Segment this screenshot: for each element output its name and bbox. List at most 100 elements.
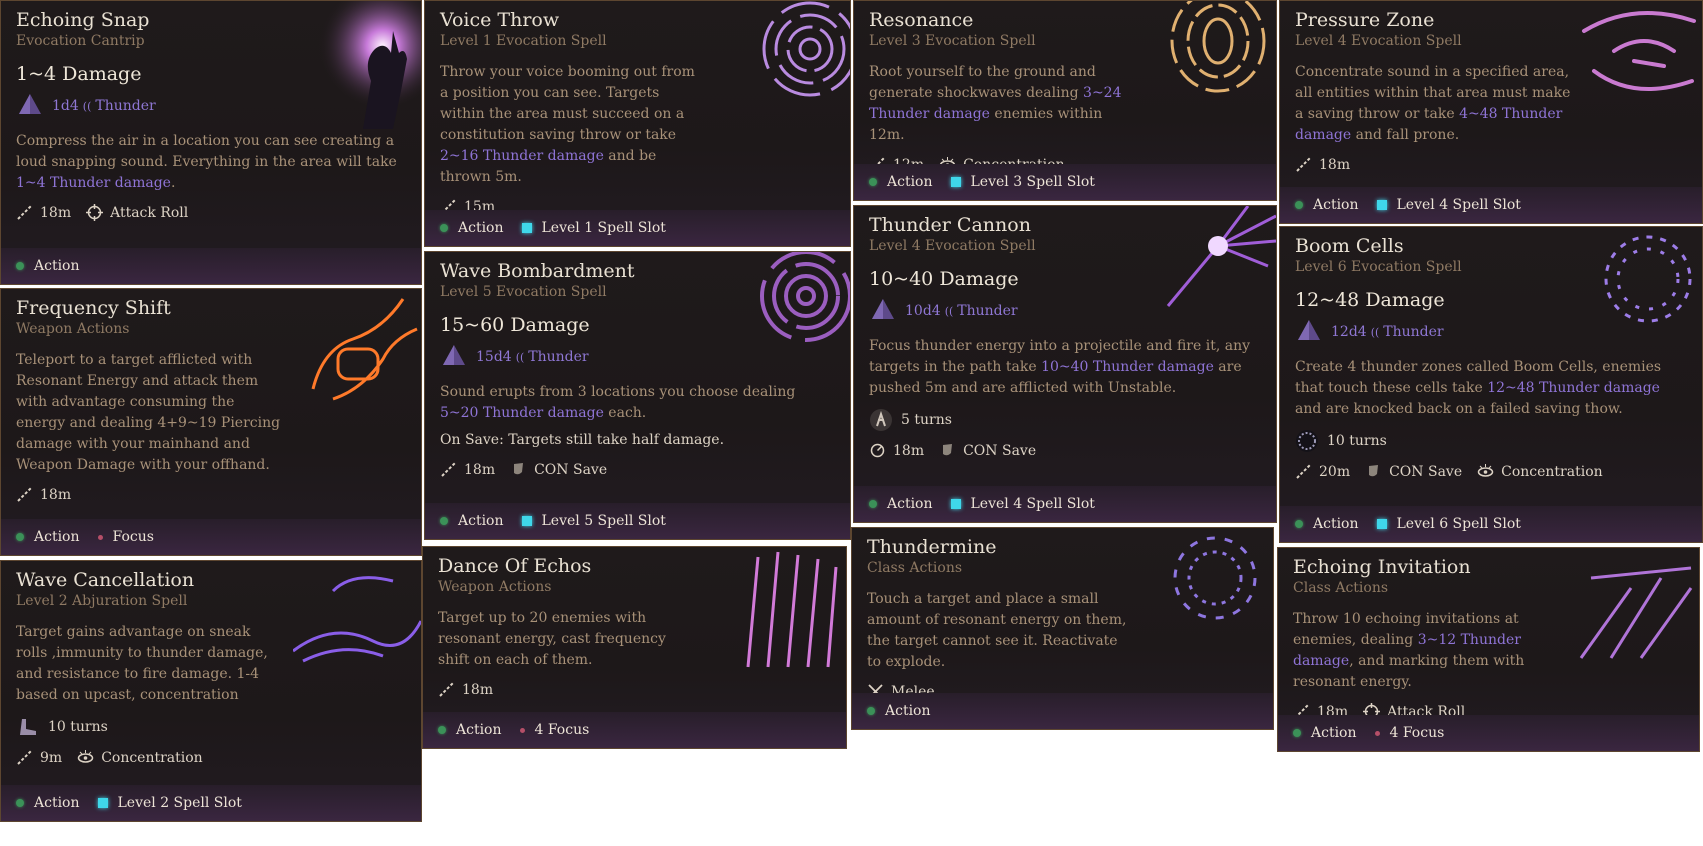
range-value: 18m [462, 681, 494, 698]
spell-title: Boom Cells [1295, 235, 1404, 257]
spell-card-wave-bombardment[interactable]: Wave Bombardment Level 5 Evocation Spell… [424, 251, 851, 540]
spell-title: Pressure Zone [1295, 9, 1435, 31]
action-dot-icon [869, 500, 877, 508]
save-type: CON Save [1389, 463, 1463, 480]
boom-cell-status-icon [1296, 430, 1318, 452]
spell-card-thunder-cannon[interactable]: Thunder Cannon Level 4 Evocation Spell 1… [853, 205, 1277, 523]
spell-description: Throw 10 echoing invitations at enemies,… [1293, 611, 1525, 690]
spell-subtitle: Weapon Actions [16, 321, 130, 337]
cost-focus: Focus [112, 529, 154, 545]
spell-card-voice-throw[interactable]: Voice Throw Level 1 Evocation Spell Thro… [424, 0, 851, 247]
damage-range: 1~4 Damage [16, 63, 142, 85]
cost-action: Action [885, 703, 931, 719]
spell-card-echoing-invitation[interactable]: Echoing Invitation Class Actions Throw 1… [1277, 547, 1700, 752]
cost-action: Action [456, 722, 502, 738]
spell-subtitle: Level 4 Evocation Spell [1295, 33, 1462, 49]
spell-card-frequency-shift[interactable]: Frequency Shift Weapon Actions Teleport … [0, 288, 422, 556]
cost-spell-slot: Level 3 Spell Slot [970, 174, 1095, 190]
spell-description: Compress the air in a location you can s… [16, 133, 397, 191]
damage-range: 10~40 Damage [869, 268, 1019, 290]
spell-title: Thunder Cannon [869, 214, 1031, 236]
spell-card-boom-cells[interactable]: Boom Cells Level 6 Evocation Spell 12~48… [1279, 226, 1703, 543]
spell-description: Root yourself to the ground and generate… [869, 64, 1122, 143]
spell-description: Sound erupts from 3 locations you choose… [440, 384, 796, 421]
spell-subtitle: Class Actions [867, 560, 963, 576]
spell-card-pressure-zone[interactable]: Pressure Zone Level 4 Evocation Spell Co… [1279, 0, 1703, 224]
spell-description: Target gains advantage on sneak rolls ,i… [16, 624, 268, 703]
spell-description: Concentrate sound in a specified area, a… [1295, 64, 1571, 143]
cost-action: Action [458, 220, 504, 236]
thunder-wave-icon: (( [515, 350, 525, 364]
spell-title: Voice Throw [440, 9, 560, 31]
range-value: 9m [40, 749, 63, 766]
focus-dot-icon [519, 727, 525, 733]
spell-subtitle: Level 5 Evocation Spell [440, 284, 607, 300]
spell-slot-icon [950, 499, 961, 509]
cost-action: Action [1313, 197, 1359, 213]
range-value: 18m [893, 442, 925, 459]
cost-spell-slot: Level 4 Spell Slot [970, 496, 1095, 512]
cost-spell-slot: Level 4 Spell Slot [1396, 197, 1521, 213]
spell-title: Dance Of Echos [438, 555, 592, 577]
turns-duration: 10 turns [48, 719, 108, 735]
damage-type: Thunder [957, 303, 1018, 319]
spell-subtitle: Class Actions [1293, 580, 1389, 596]
focus-dot-icon [97, 534, 103, 540]
damage-dice: 12d4 [1331, 324, 1367, 340]
spell-description: Teleport to a target afflicted with Reso… [16, 352, 281, 473]
spell-subtitle: Weapon Actions [438, 579, 552, 595]
turns-duration: 5 turns [901, 412, 952, 428]
damage-type: Thunder [528, 349, 589, 365]
concentration-icon [1477, 464, 1494, 477]
range-icon [17, 487, 32, 502]
damage-type: Thunder [1383, 324, 1444, 340]
action-dot-icon [1295, 201, 1303, 209]
spell-slot-icon [950, 177, 961, 187]
action-dot-icon [16, 799, 24, 807]
damage-range: 12~48 Damage [1295, 289, 1445, 311]
spell-subtitle: Level 6 Evocation Spell [1295, 259, 1462, 275]
range-icon [17, 750, 32, 765]
spell-title: Echoing Invitation [1293, 556, 1471, 578]
cost-spell-slot: Level 6 Spell Slot [1396, 516, 1521, 532]
shield-icon [943, 444, 953, 456]
damage-type: Thunder [95, 98, 156, 114]
cost-action: Action [34, 258, 80, 274]
shield-icon [1369, 465, 1379, 477]
spell-subtitle: Level 3 Evocation Spell [869, 33, 1036, 49]
save-type: CON Save [534, 461, 608, 478]
spell-description: Target up to 20 enemies with resonant en… [438, 610, 666, 668]
spell-card-thundermine[interactable]: Thundermine Class Actions Touch a target… [851, 527, 1274, 730]
cost-focus: 4 Focus [534, 722, 590, 738]
spell-subtitle: Level 1 Evocation Spell [440, 33, 607, 49]
concentration-label: Concentration [1501, 463, 1603, 480]
cost-action: Action [1313, 516, 1359, 532]
spell-subtitle: Level 4 Evocation Spell [869, 238, 1036, 254]
turns-duration: 10 turns [1327, 433, 1387, 449]
action-dot-icon [440, 224, 448, 232]
d20-dice-icon [443, 345, 465, 365]
range-value: 18m [40, 204, 72, 221]
focus-dot-icon [1374, 730, 1380, 736]
sneak-boot-icon [20, 719, 36, 735]
spell-card-dance-of-echos[interactable]: Dance Of Echos Weapon Actions Target up … [422, 546, 847, 749]
spell-card-wave-cancellation[interactable]: Wave Cancellation Level 2 Abjuration Spe… [0, 560, 422, 822]
concentration-label: Concentration [101, 749, 203, 766]
damage-range: 15~60 Damage [440, 314, 590, 336]
spell-card-echoing-snap[interactable]: Echoing Snap Evocation Cantrip 1~4 Damag… [0, 0, 422, 285]
spell-title: Frequency Shift [16, 297, 171, 319]
cost-spell-slot: Level 1 Spell Slot [541, 220, 666, 236]
damage-dice: 10d4 [905, 303, 941, 319]
range-icon [17, 205, 32, 220]
d20-dice-icon [1298, 320, 1320, 340]
spell-slot-icon [521, 516, 532, 526]
save-note: On Save: Targets still take half damage. [440, 432, 725, 448]
spell-card-resonance[interactable]: Resonance Level 3 Evocation Spell Root y… [853, 0, 1277, 201]
save-type: CON Save [963, 442, 1037, 459]
spell-subtitle: Level 2 Abjuration Spell [16, 593, 188, 609]
range-icon [439, 682, 454, 697]
range-value: 20m [1319, 463, 1351, 480]
range-icon [1296, 157, 1311, 172]
spell-title: Resonance [869, 9, 974, 31]
spell-slot-icon [521, 223, 532, 233]
